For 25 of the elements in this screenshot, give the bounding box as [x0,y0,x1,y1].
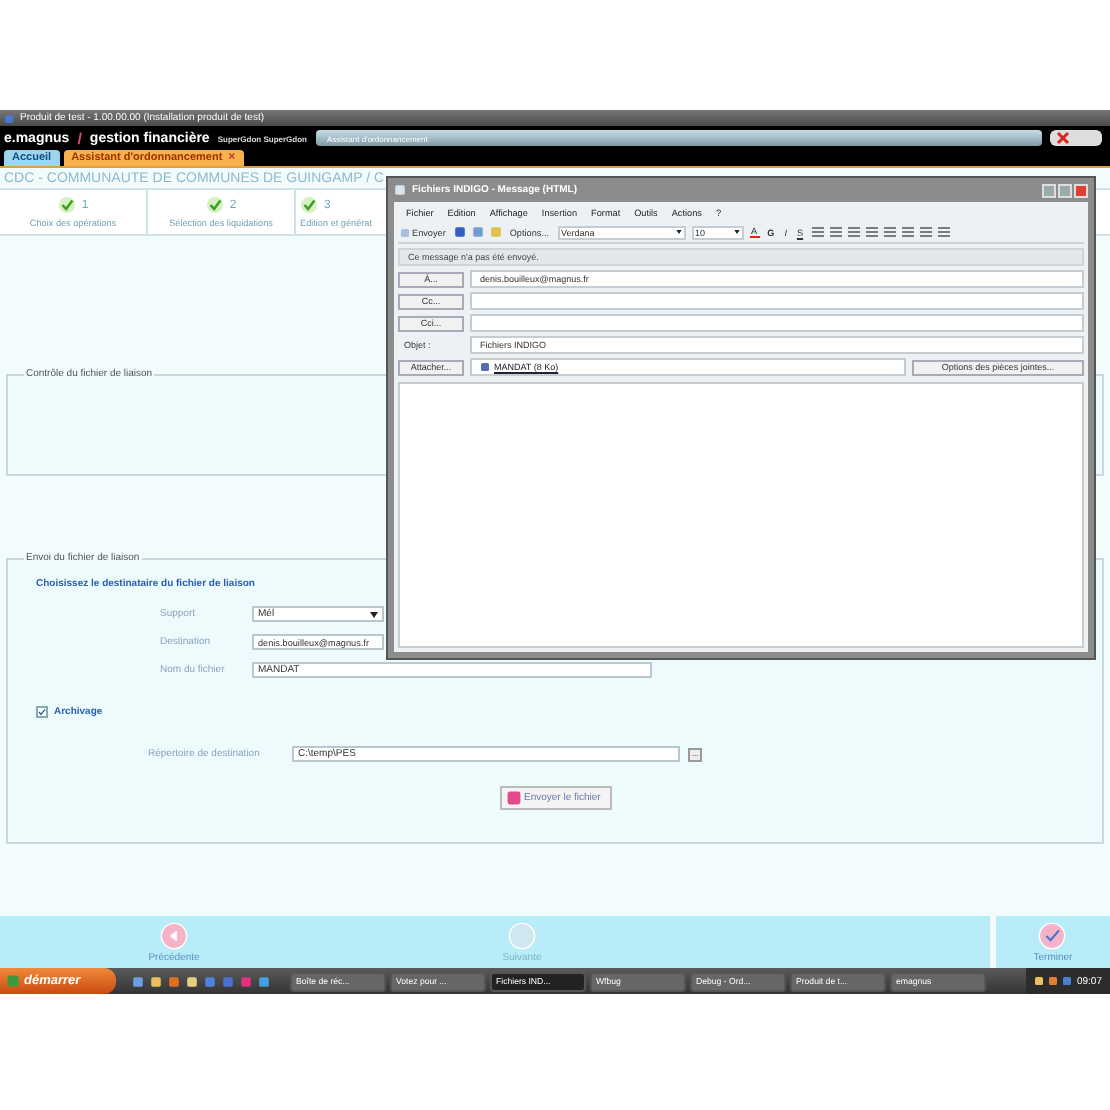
align-icon[interactable] [919,226,932,238]
dropdown-arrow-icon [370,611,378,617]
exit-button[interactable] [1050,130,1102,146]
align-icon[interactable] [865,226,878,238]
dropdown-arrow-icon [733,230,740,234]
align-icon[interactable] [811,226,824,238]
check-icon [205,196,224,214]
minimize-button[interactable] [1042,183,1056,197]
align-icon[interactable] [883,226,896,238]
checkbox[interactable] [36,706,48,718]
input-field[interactable] [470,314,1084,332]
dropdown-arrow-icon [675,230,682,234]
align-icon[interactable] [937,226,950,238]
align-icon[interactable] [829,226,842,238]
checkmark-icon [1038,921,1067,949]
maximize-button[interactable] [1058,183,1072,197]
close-button[interactable] [1074,183,1088,197]
input-field[interactable] [470,292,1084,310]
align-icon[interactable] [847,226,860,238]
check-icon [57,196,76,214]
circle-icon [508,921,536,949]
check-icon [300,196,318,214]
align-icon[interactable] [901,226,914,238]
checkmark-icon [38,708,46,716]
brand-slash: / [77,129,82,147]
